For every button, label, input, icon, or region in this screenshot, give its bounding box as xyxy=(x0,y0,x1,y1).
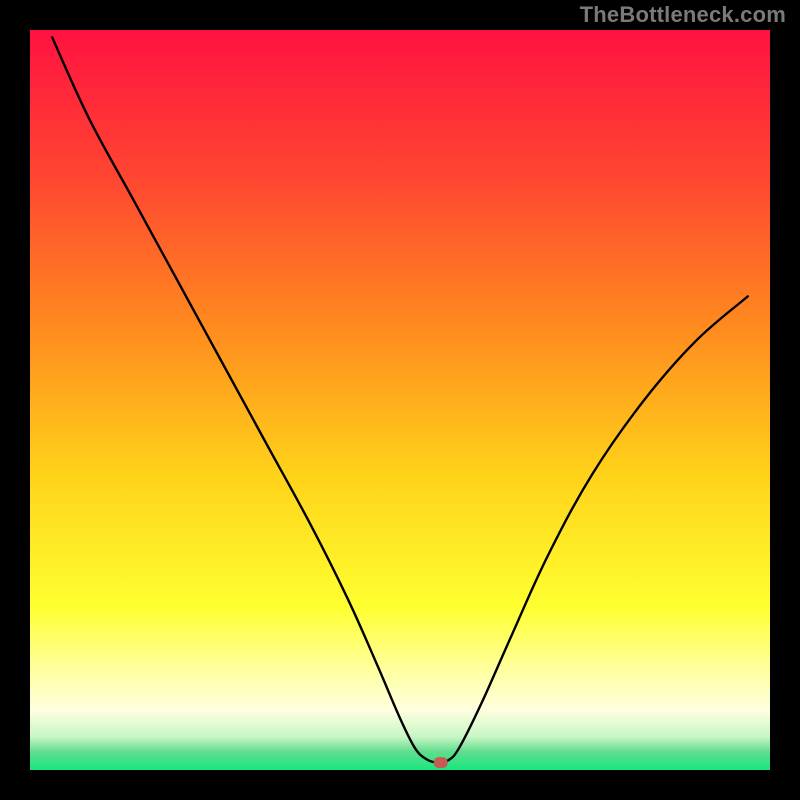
chart-frame: TheBottleneck.com xyxy=(0,0,800,800)
plot-background xyxy=(30,30,770,770)
min-marker xyxy=(434,757,448,768)
watermark-text: TheBottleneck.com xyxy=(580,2,786,28)
bottleneck-chart xyxy=(0,0,800,800)
